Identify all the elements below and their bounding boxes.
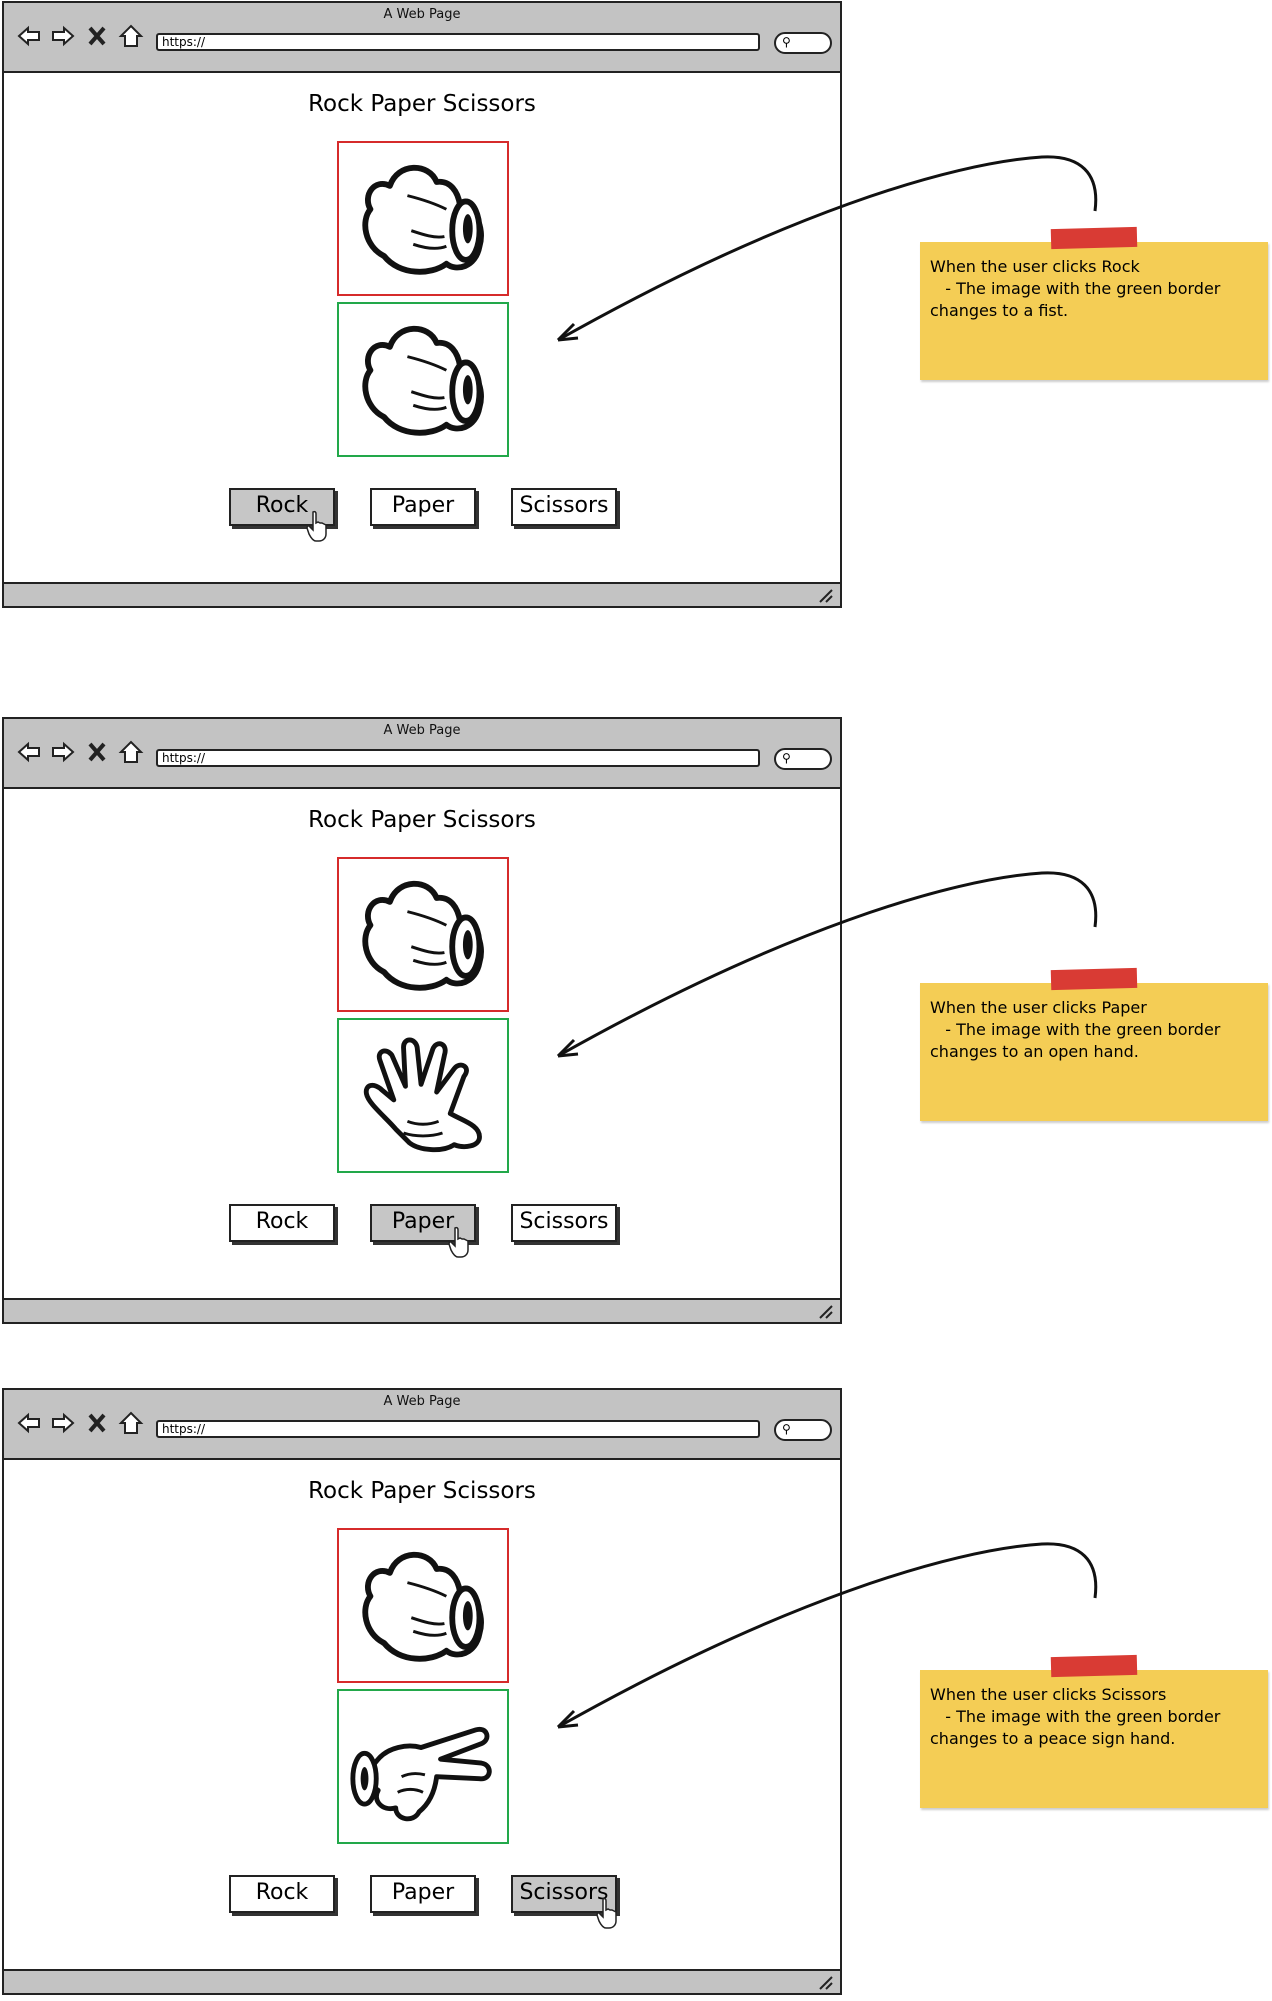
note-line: When the user clicks Scissors (930, 1685, 1167, 1704)
window-title: A Web Page (383, 723, 461, 738)
fist-icon (362, 880, 484, 991)
player-choice-image (337, 1018, 509, 1173)
paper-button[interactable]: Paper (370, 1875, 476, 1913)
hand-cursor-icon (448, 1226, 469, 1258)
back-arrow-icon[interactable] (16, 1410, 42, 1436)
search-icon: ⚲ (782, 1422, 791, 1436)
url-input[interactable]: https:// (156, 749, 760, 767)
close-icon[interactable] (84, 23, 110, 49)
close-icon[interactable] (84, 1410, 110, 1436)
player-choice-image (337, 1689, 509, 1844)
url-input[interactable]: https:// (156, 33, 760, 51)
home-icon[interactable] (118, 739, 144, 765)
back-arrow-icon[interactable] (16, 23, 42, 49)
browser-toolbar: A Web Page https:// ⚲ (4, 1390, 840, 1460)
forward-arrow-icon[interactable] (50, 1410, 76, 1436)
resize-handle-icon[interactable] (818, 1304, 834, 1320)
browser-status-bar (4, 582, 840, 606)
tape (1050, 1654, 1138, 1678)
rock-button[interactable]: Rock (229, 1204, 335, 1242)
rock-button[interactable]: Rock (229, 1875, 335, 1913)
home-icon[interactable] (118, 1410, 144, 1436)
note-line: changes to a peace sign hand. (930, 1729, 1176, 1748)
sticky-note-rock: When the user clicks Rock - The image wi… (920, 226, 1268, 380)
forward-arrow-icon[interactable] (50, 739, 76, 765)
fist-icon (362, 1551, 484, 1662)
search-icon: ⚲ (782, 35, 791, 49)
browser-toolbar: A Web Page https:// ⚲ (4, 3, 840, 73)
browser-status-bar (4, 1969, 840, 1993)
note-line: changes to a fist. (930, 301, 1069, 320)
resize-handle-icon[interactable] (818, 1975, 834, 1991)
page-title: Rock Paper Scissors (308, 1478, 536, 1504)
search-button[interactable]: ⚲ (774, 748, 832, 770)
note-line: When the user clicks Paper (930, 998, 1147, 1017)
open-hand-icon (363, 1037, 482, 1153)
resize-handle-icon[interactable] (818, 588, 834, 604)
search-button[interactable]: ⚲ (774, 32, 832, 54)
page-title: Rock Paper Scissors (308, 807, 536, 833)
search-button[interactable]: ⚲ (774, 1419, 832, 1441)
home-icon[interactable] (118, 23, 144, 49)
hand-cursor-icon (306, 510, 327, 542)
close-icon[interactable] (84, 739, 110, 765)
note-line: changes to an open hand. (930, 1042, 1139, 1061)
fist-icon (362, 325, 484, 436)
note-line: - The image with the green border (930, 279, 1221, 298)
computer-choice-image (337, 141, 509, 296)
back-arrow-icon[interactable] (16, 739, 42, 765)
browser-toolbar: A Web Page https:// ⚲ (4, 719, 840, 789)
scissors-button[interactable]: Scissors (511, 488, 617, 526)
sticky-note-scissors: When the user clicks Scissors - The imag… (920, 1654, 1268, 1808)
hand-cursor-icon (596, 1897, 617, 1929)
tape (1050, 967, 1138, 991)
search-icon: ⚲ (782, 751, 791, 765)
note-line: When the user clicks Rock (930, 257, 1140, 276)
note-line: - The image with the green border (930, 1020, 1221, 1039)
window-title: A Web Page (383, 7, 461, 22)
computer-choice-image (337, 857, 509, 1012)
browser-status-bar (4, 1298, 840, 1322)
paper-button[interactable]: Paper (370, 488, 476, 526)
fist-icon (362, 164, 484, 275)
computer-choice-image (337, 1528, 509, 1683)
tape (1050, 226, 1138, 250)
scissors-button[interactable]: Scissors (511, 1204, 617, 1242)
forward-arrow-icon[interactable] (50, 23, 76, 49)
player-choice-image (337, 302, 509, 457)
window-title: A Web Page (383, 1394, 461, 1409)
url-input[interactable]: https:// (156, 1420, 760, 1438)
note-line: - The image with the green border (930, 1707, 1221, 1726)
sticky-note-paper: When the user clicks Paper - The image w… (920, 967, 1268, 1121)
page-title: Rock Paper Scissors (308, 91, 536, 117)
peace-sign-hand-icon (350, 1726, 492, 1822)
